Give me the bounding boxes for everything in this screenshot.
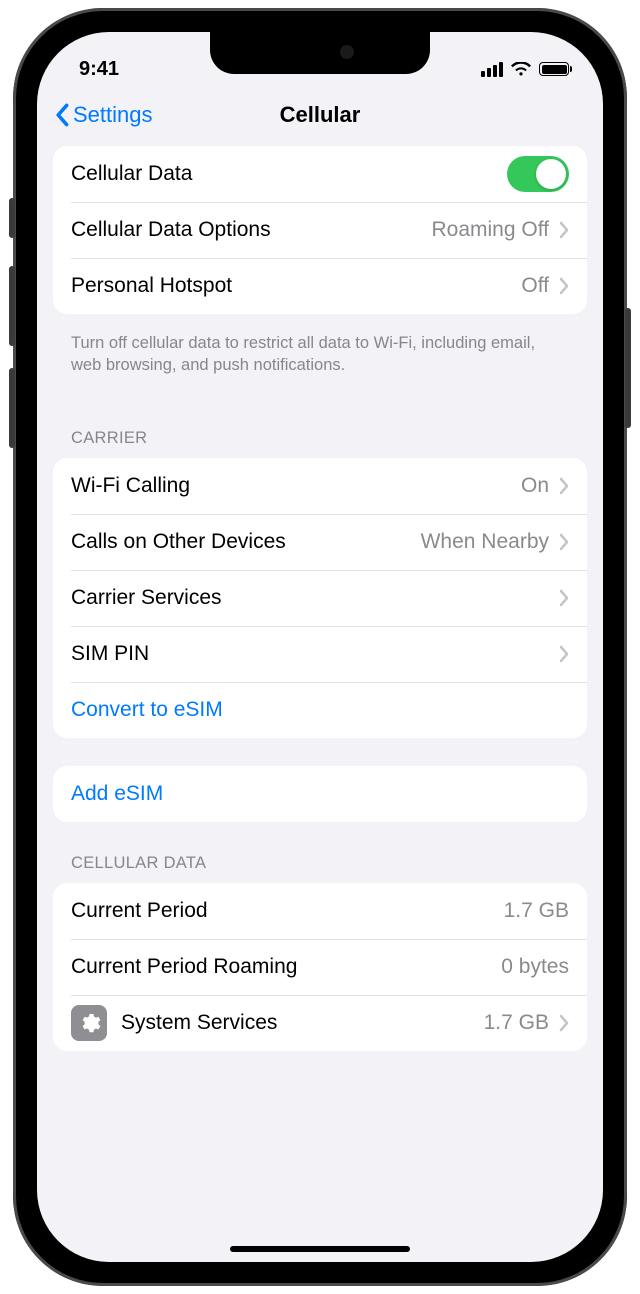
status-time: 9:41 (79, 58, 119, 81)
wifi-icon (511, 62, 531, 77)
home-indicator[interactable] (230, 1246, 410, 1252)
row-label: Wi-Fi Calling (71, 474, 521, 498)
row-current-period-roaming: Current Period Roaming 0 bytes (53, 939, 587, 995)
row-value: 1.7 GB (484, 1011, 549, 1035)
battery-icon (539, 62, 569, 76)
row-personal-hotspot[interactable]: Personal Hotspot Off (53, 258, 587, 314)
row-value: Off (521, 274, 549, 298)
row-wifi-calling[interactable]: Wi-Fi Calling On (53, 458, 587, 514)
chevron-right-icon (559, 589, 569, 607)
chevron-right-icon (559, 277, 569, 295)
section-header-cellular-data: CELLULAR DATA (53, 832, 587, 883)
row-calls-on-other-devices[interactable]: Calls on Other Devices When Nearby (53, 514, 587, 570)
chevron-right-icon (559, 221, 569, 239)
row-value: When Nearby (421, 530, 549, 554)
row-label: Current Period (71, 899, 504, 923)
row-label: Convert to eSIM (71, 698, 569, 722)
group-add-esim: Add eSIM (53, 766, 587, 822)
row-label: Calls on Other Devices (71, 530, 421, 554)
navigation-bar: Settings Cellular (37, 88, 603, 146)
gear-icon (71, 1005, 107, 1041)
cellular-signal-icon (481, 62, 503, 77)
section-header-carrier: CARRIER (53, 407, 587, 458)
device-notch (210, 32, 430, 74)
row-sim-pin[interactable]: SIM PIN (53, 626, 587, 682)
chevron-right-icon (559, 477, 569, 495)
row-value: 1.7 GB (504, 899, 569, 923)
group-cellular-main: Cellular Data Cellular Data Options Roam… (53, 146, 587, 314)
back-button[interactable]: Settings (55, 102, 153, 128)
row-label: Cellular Data (71, 162, 507, 186)
row-label: Carrier Services (71, 586, 559, 610)
row-label: Personal Hotspot (71, 274, 521, 298)
back-label: Settings (73, 102, 153, 128)
chevron-left-icon (55, 103, 71, 127)
row-cellular-data-options[interactable]: Cellular Data Options Roaming Off (53, 202, 587, 258)
chevron-right-icon (559, 645, 569, 663)
row-label: SIM PIN (71, 642, 559, 666)
row-label: Cellular Data Options (71, 218, 432, 242)
row-value: On (521, 474, 549, 498)
row-system-services[interactable]: System Services 1.7 GB (53, 995, 587, 1051)
section-footer: Turn off cellular data to restrict all d… (53, 324, 587, 407)
group-cellular-data-usage: Current Period 1.7 GB Current Period Roa… (53, 883, 587, 1051)
row-current-period: Current Period 1.7 GB (53, 883, 587, 939)
row-value: Roaming Off (432, 218, 550, 242)
toggle-cellular-data[interactable] (507, 156, 569, 192)
row-add-esim[interactable]: Add eSIM (53, 766, 587, 822)
row-label: Current Period Roaming (71, 955, 501, 979)
row-label: Add eSIM (71, 782, 569, 806)
chevron-right-icon (559, 1014, 569, 1032)
row-value: 0 bytes (501, 955, 569, 979)
row-convert-to-esim[interactable]: Convert to eSIM (53, 682, 587, 738)
chevron-right-icon (559, 533, 569, 551)
row-cellular-data[interactable]: Cellular Data (53, 146, 587, 202)
row-carrier-services[interactable]: Carrier Services (53, 570, 587, 626)
row-label: System Services (121, 1011, 484, 1035)
group-carrier: Wi-Fi Calling On Calls on Other Devices … (53, 458, 587, 738)
